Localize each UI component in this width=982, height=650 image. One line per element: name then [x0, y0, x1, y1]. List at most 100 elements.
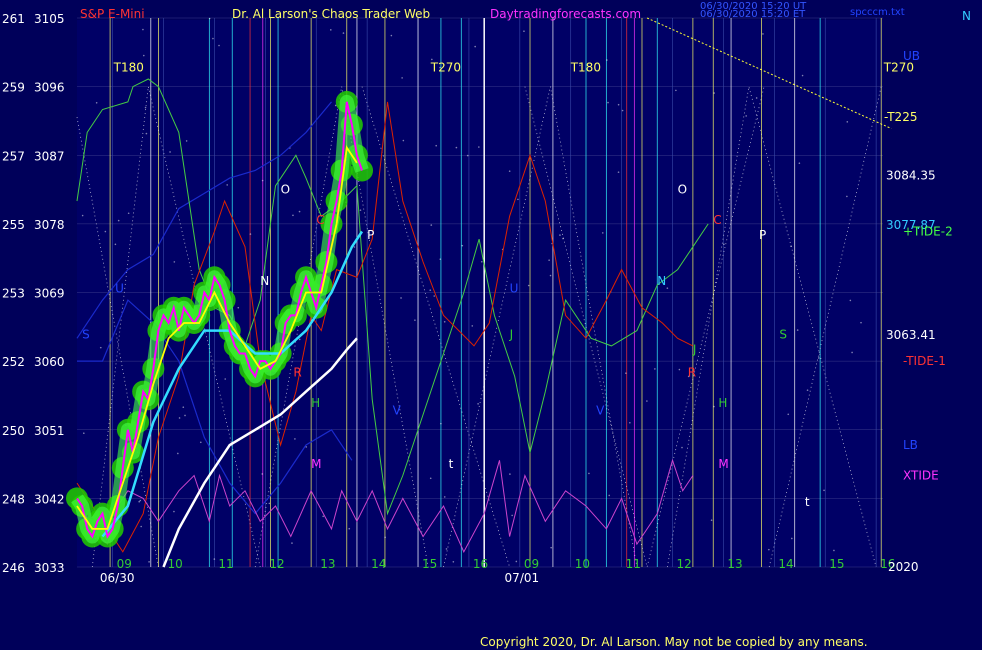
y-axis-price-label: 3060 — [34, 355, 65, 369]
star-dot — [755, 97, 758, 99]
star-dot — [791, 537, 793, 540]
y-axis-point-label: 250 — [2, 424, 25, 438]
star-dot — [359, 209, 362, 211]
star-dot — [515, 560, 518, 563]
planet-label: R — [293, 365, 301, 379]
star-dot — [629, 421, 631, 424]
star-dot — [801, 74, 804, 77]
star-dot — [322, 515, 324, 518]
x-hour-label: 14 — [778, 557, 793, 571]
star-dot — [95, 101, 98, 104]
star-dot — [178, 417, 181, 419]
star-dot — [226, 184, 228, 186]
star-dot — [511, 514, 513, 517]
planet-label: H — [311, 396, 320, 410]
star-dot — [478, 146, 480, 148]
star-dot — [846, 121, 849, 123]
star-dot — [184, 414, 186, 417]
star-dot — [173, 261, 176, 263]
y-axis-price-label: 3033 — [34, 561, 65, 575]
star-dot — [177, 452, 179, 455]
star-dot — [849, 299, 852, 302]
star-dot — [185, 140, 188, 142]
star-dot — [559, 234, 561, 236]
star-dot — [796, 329, 799, 331]
star-dot — [608, 494, 611, 497]
star-dot — [548, 259, 550, 261]
x-hour-label: 11 — [218, 557, 233, 571]
star-dot — [517, 198, 519, 201]
x-hour-label: 10 — [575, 557, 590, 571]
copyright: Copyright 2020, Dr. Al Larson. May not b… — [480, 635, 868, 649]
x-hour-label: 09 — [117, 557, 132, 571]
star-dot — [433, 295, 436, 297]
star-dot — [443, 496, 446, 498]
star-dot — [851, 351, 853, 354]
y-axis-point-label: 248 — [2, 492, 25, 506]
star-dot — [588, 472, 590, 475]
cycle-label: T270 — [430, 60, 461, 74]
star-dot — [139, 499, 142, 502]
y-axis-price-label: 3069 — [34, 287, 65, 301]
star-dot — [224, 378, 227, 380]
x-hour-label: 13 — [320, 557, 335, 571]
star-dot — [527, 284, 530, 287]
star-dot — [401, 77, 403, 79]
star-dot — [143, 54, 145, 57]
star-dot — [212, 37, 214, 40]
star-dot — [81, 214, 84, 217]
planet-label: O — [678, 182, 687, 196]
chart-title: Dr. Al Larson's Chaos Trader Web — [232, 7, 430, 21]
star-dot — [140, 525, 142, 528]
y-axis-point-label: 257 — [2, 149, 25, 163]
star-dot — [402, 139, 405, 142]
star-dot — [99, 346, 102, 349]
star-dot — [292, 214, 294, 217]
planet-label: C — [316, 213, 324, 227]
star-dot — [509, 473, 511, 475]
x-hour-label: 12 — [677, 557, 692, 571]
x-hour-label: 12 — [269, 557, 284, 571]
planet-label: J — [692, 343, 697, 357]
star-dot — [480, 260, 483, 263]
star-dot — [823, 489, 825, 492]
star-dot — [173, 510, 175, 513]
star-dot — [833, 549, 835, 552]
y-axis-point-label: 255 — [2, 218, 25, 232]
star-dot — [208, 17, 211, 20]
star-dot — [455, 146, 458, 149]
planet-label: V — [393, 404, 402, 418]
planet-label: N — [260, 274, 269, 288]
star-dot — [710, 519, 713, 522]
x-hour-label: 11 — [626, 557, 641, 571]
y-axis-price-label: 3042 — [34, 492, 65, 506]
planet-label: P — [759, 228, 766, 242]
star-dot — [562, 237, 564, 240]
star-dot — [249, 233, 252, 235]
planet-label: N — [657, 274, 666, 288]
y-axis-point-label: 253 — [2, 287, 25, 301]
star-dot — [104, 230, 107, 233]
y-axis-point-label: 261 — [2, 12, 25, 26]
star-dot — [474, 45, 476, 48]
star-dot — [414, 319, 416, 321]
symbol-label: S&P E-Mini — [80, 7, 145, 21]
x-hour-label: 13 — [727, 557, 742, 571]
y-axis-point-label: 259 — [2, 81, 25, 95]
star-dot — [330, 29, 332, 31]
planet-label: R — [688, 365, 696, 379]
x-hour-label: 14 — [371, 557, 386, 571]
star-dot — [681, 446, 683, 449]
date-label: 07/01 — [505, 571, 540, 585]
x-hour-label: 15 — [829, 557, 844, 571]
star-dot — [790, 245, 792, 248]
star-dot — [768, 548, 770, 551]
star-dot — [601, 232, 604, 234]
star-dot — [83, 432, 85, 435]
site-link[interactable]: Daytradingforecasts.com — [490, 7, 641, 21]
star-dot — [550, 546, 552, 549]
star-dot — [723, 243, 725, 246]
star-dot — [384, 536, 386, 539]
star-dot — [846, 195, 848, 198]
star-dot — [429, 477, 432, 480]
